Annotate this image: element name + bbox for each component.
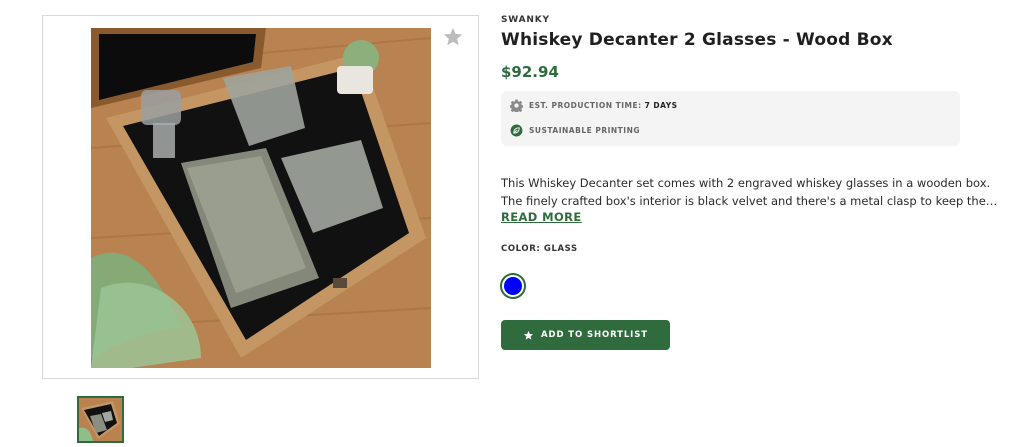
leaf-icon bbox=[510, 124, 523, 137]
production-info-box: EST. PRODUCTION TIME: 7 DAYS SUSTAINABLE… bbox=[501, 91, 960, 146]
brand-name[interactable]: SWANKY bbox=[501, 15, 550, 25]
read-more-link[interactable]: READ MORE bbox=[501, 210, 582, 224]
add-to-shortlist-button[interactable]: ADD TO SHORTLIST bbox=[501, 320, 670, 350]
production-time-value: 7 DAYS bbox=[644, 101, 678, 110]
thumbnail-image[interactable] bbox=[77, 396, 124, 443]
color-swatch-glass[interactable] bbox=[500, 273, 526, 299]
product-photo[interactable] bbox=[91, 28, 431, 368]
color-label: COLOR: GLASS bbox=[501, 244, 578, 254]
sustainable-printing-row: SUSTAINABLE PRINTING bbox=[510, 124, 640, 137]
favorite-star-icon[interactable] bbox=[442, 26, 464, 48]
main-image-frame bbox=[42, 15, 479, 379]
production-time-row: EST. PRODUCTION TIME: 7 DAYS bbox=[509, 99, 678, 114]
star-icon bbox=[523, 330, 534, 341]
production-time-label: EST. PRODUCTION TIME: bbox=[529, 101, 642, 110]
gear-icon bbox=[509, 99, 524, 114]
color-swatch-dot bbox=[504, 277, 522, 295]
description-line-1: This Whiskey Decanter set comes with 2 e… bbox=[501, 176, 991, 190]
product-description: This Whiskey Decanter set comes with 2 e… bbox=[501, 174, 998, 210]
product-price: $92.94 bbox=[501, 63, 559, 81]
product-title: Whiskey Decanter 2 Glasses - Wood Box bbox=[501, 30, 893, 50]
add-to-shortlist-label: ADD TO SHORTLIST bbox=[541, 330, 648, 340]
decanter-box-photo bbox=[91, 28, 431, 368]
description-line-2: The finely crafted box's interior is bla… bbox=[501, 194, 998, 208]
sustainable-printing-label: SUSTAINABLE PRINTING bbox=[529, 126, 641, 135]
thumbnail-photo bbox=[79, 398, 122, 441]
